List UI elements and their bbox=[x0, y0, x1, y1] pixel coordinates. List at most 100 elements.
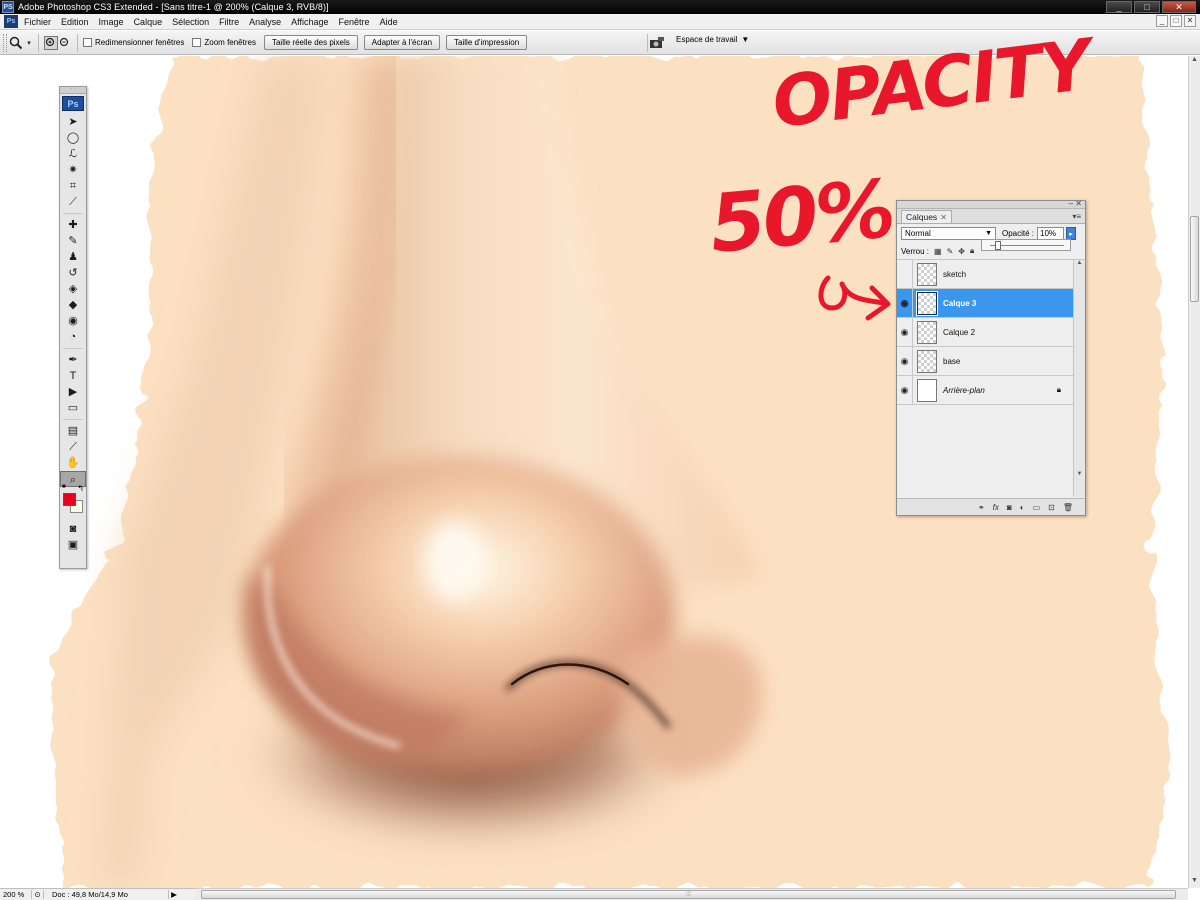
trash-icon[interactable]: 🗑︎ bbox=[1063, 503, 1073, 512]
menu-calque[interactable]: Calque bbox=[134, 17, 163, 27]
eye-icon[interactable]: 👁︎ bbox=[897, 259, 913, 289]
file-browser-icon[interactable] bbox=[648, 34, 666, 52]
layer-row[interactable]: ◉ Arrière-plan 🔒︎ bbox=[897, 375, 1073, 405]
magic-wand-tool-icon[interactable]: ✷ bbox=[60, 162, 86, 178]
layer-thumbnail[interactable] bbox=[917, 262, 937, 286]
new-layer-icon[interactable]: ⊡ bbox=[1048, 503, 1055, 512]
dodge-tool-icon[interactable]: ◔ bbox=[60, 329, 86, 345]
close-button[interactable]: ✕ bbox=[1162, 1, 1196, 13]
opacity-slider-popup[interactable] bbox=[981, 239, 1071, 251]
horizontal-scroll-thumb[interactable]: ⦙⦙⦙ bbox=[201, 890, 1176, 899]
checkbox-box[interactable] bbox=[83, 38, 92, 47]
layer-thumbnail[interactable] bbox=[917, 378, 937, 402]
opacity-slider-handle[interactable] bbox=[994, 241, 1001, 250]
doc-close-button[interactable]: ✕ bbox=[1184, 15, 1196, 27]
doc-minimize-button[interactable]: _ bbox=[1156, 15, 1168, 27]
swap-colors-icon[interactable]: ↰ bbox=[77, 484, 84, 493]
quick-mask-icon[interactable]: ◙ bbox=[60, 521, 86, 537]
layer-thumbnail[interactable] bbox=[916, 290, 938, 316]
blur-tool-icon[interactable]: ◉ bbox=[60, 313, 86, 329]
status-info-icon[interactable]: ⊙ bbox=[32, 890, 44, 899]
status-menu-icon[interactable]: ▶ bbox=[169, 890, 179, 899]
screen-mode-icon[interactable]: ▣ bbox=[60, 537, 86, 553]
eye-icon[interactable]: ◉ bbox=[897, 317, 913, 347]
move-tool-icon[interactable]: ➤ bbox=[60, 114, 86, 130]
tab-calques[interactable]: Calques ✕ bbox=[901, 210, 952, 223]
resize-windows-checkbox[interactable]: Redimensionner fenêtres bbox=[83, 38, 184, 47]
history-brush-tool-icon[interactable]: ↺ bbox=[60, 265, 86, 281]
eyedropper-tool-icon[interactable]: ⟋ bbox=[60, 439, 86, 455]
close-icon[interactable]: ✕ bbox=[940, 213, 947, 222]
minimize-button[interactable]: _ bbox=[1106, 1, 1132, 13]
menu-aide[interactable]: Aide bbox=[380, 17, 398, 27]
maximize-button[interactable]: □ bbox=[1134, 1, 1160, 13]
zoom-icon[interactable] bbox=[7, 34, 25, 52]
layer-style-icon[interactable]: fx bbox=[993, 503, 999, 512]
new-group-icon[interactable]: ▭ bbox=[1033, 503, 1041, 512]
type-tool-icon[interactable]: T bbox=[60, 368, 86, 384]
layer-row[interactable]: 👁︎ sketch bbox=[897, 259, 1073, 289]
fit-screen-button[interactable]: Adapter à l'écran bbox=[363, 35, 441, 50]
menu-selection[interactable]: Sélection bbox=[172, 17, 209, 27]
layer-name[interactable]: sketch bbox=[943, 270, 966, 279]
photoshop-logo[interactable]: Ps bbox=[62, 96, 84, 111]
eyedropper-slice-tool-icon[interactable]: ⟋ bbox=[60, 194, 86, 210]
link-layers-icon[interactable]: ⚭ bbox=[978, 503, 985, 512]
hand-tool-icon[interactable]: ✋ bbox=[60, 455, 86, 471]
marquee-tool-icon[interactable]: ◯ bbox=[60, 130, 86, 146]
panel-menu-icon[interactable]: ▾≡ bbox=[1072, 212, 1081, 221]
menu-analyse[interactable]: Analyse bbox=[249, 17, 281, 27]
crop-tool-icon[interactable]: ⌗ bbox=[60, 178, 86, 194]
zoom-windows-checkbox[interactable]: Zoom fenêtres bbox=[192, 38, 256, 47]
pen-tool-icon[interactable]: ✒ bbox=[60, 352, 86, 368]
checkbox-box[interactable] bbox=[192, 38, 202, 47]
paint-bucket-tool-icon[interactable]: ◆ bbox=[60, 297, 86, 313]
layer-name[interactable]: base bbox=[943, 357, 960, 366]
actual-pixels-button[interactable]: Taille réelle des pixels bbox=[263, 35, 358, 50]
lasso-tool-icon[interactable]: ℒ bbox=[60, 146, 86, 162]
menu-filtre[interactable]: Filtre bbox=[219, 17, 239, 27]
healing-brush-tool-icon[interactable]: ✚ bbox=[60, 217, 86, 233]
layer-name[interactable]: Calque 3 bbox=[943, 299, 976, 308]
lock-position-icon[interactable]: ✥ bbox=[958, 247, 965, 256]
doc-restore-button[interactable]: □ bbox=[1170, 15, 1182, 27]
layer-thumbnail[interactable] bbox=[917, 320, 937, 344]
panel-controls[interactable]: – ✕ bbox=[1069, 199, 1082, 208]
lock-image-icon[interactable]: ✎ bbox=[947, 247, 954, 256]
default-colors-icon[interactable]: ■ bbox=[62, 484, 66, 490]
layer-row[interactable]: ◉ base bbox=[897, 346, 1073, 376]
vertical-scrollbar[interactable]: ▲ ▼ bbox=[1188, 56, 1200, 888]
scroll-down-icon[interactable]: ▼ bbox=[1189, 877, 1200, 888]
panel-header[interactable]: – ✕ bbox=[897, 199, 1085, 209]
foreground-color-swatch[interactable] bbox=[63, 493, 76, 506]
layer-name[interactable]: Calque 2 bbox=[943, 328, 975, 337]
path-selection-tool-icon[interactable]: ▶ bbox=[60, 384, 86, 400]
zoom-in-icon[interactable] bbox=[44, 35, 58, 50]
document-icon[interactable]: Ps bbox=[4, 15, 18, 28]
layer-name[interactable]: Arrière-plan bbox=[943, 386, 985, 395]
menu-image[interactable]: Image bbox=[99, 17, 124, 27]
zoom-level[interactable]: 200 % bbox=[0, 890, 32, 899]
layer-thumbnail[interactable] bbox=[917, 349, 937, 373]
scroll-up-icon[interactable]: ▲ bbox=[1189, 56, 1200, 67]
horizontal-scrollbar[interactable]: ⦙⦙⦙ bbox=[195, 888, 1188, 900]
layer-row[interactable]: ◉ Calque 2 bbox=[897, 317, 1073, 347]
menu-edition[interactable]: Edition bbox=[61, 17, 89, 27]
menu-fenetre[interactable]: Fenêtre bbox=[339, 17, 370, 27]
zoom-out-icon[interactable] bbox=[58, 36, 72, 50]
tool-preset-dropdown-icon[interactable]: ▾ bbox=[25, 34, 33, 52]
toolbox-grip[interactable]: · · bbox=[60, 86, 86, 94]
stamp-tool-icon[interactable]: ♟ bbox=[60, 249, 86, 265]
eye-icon[interactable]: ◉ bbox=[897, 346, 913, 376]
opacity-slider-track[interactable] bbox=[990, 245, 1064, 246]
eye-icon[interactable]: ◉ bbox=[897, 375, 913, 405]
notes-tool-icon[interactable]: ▤ bbox=[60, 423, 86, 439]
menu-fichier[interactable]: Fichier bbox=[24, 17, 51, 27]
shape-tool-icon[interactable]: ▭ bbox=[60, 400, 86, 416]
brush-tool-icon[interactable]: ✎ bbox=[60, 233, 86, 249]
eraser-tool-icon[interactable]: ◈ bbox=[60, 281, 86, 297]
add-mask-icon[interactable]: ◙ bbox=[1007, 503, 1012, 512]
vertical-scroll-thumb[interactable] bbox=[1190, 216, 1199, 302]
workspace-dropdown[interactable]: Espace de travail ▼ bbox=[676, 35, 749, 44]
menu-affichage[interactable]: Affichage bbox=[291, 17, 328, 27]
